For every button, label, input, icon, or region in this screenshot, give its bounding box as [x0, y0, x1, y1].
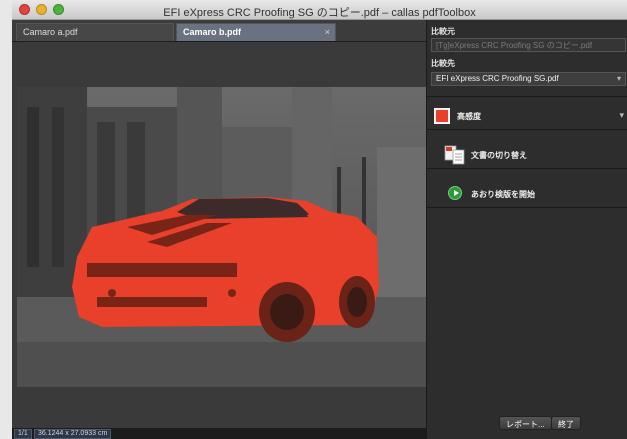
compare-target-value: EFI eXpress CRC Proofing SG.pdf — [436, 74, 559, 83]
document-tab-bar: Camaro a.pdf Camaro b.pdf × — [12, 20, 426, 42]
compare-source-label: 比較元 — [431, 27, 455, 36]
tab-label: Camaro b.pdf — [183, 27, 242, 37]
title-bar[interactable]: EFI eXpress CRC Proofing SG のコピー.pdf – c… — [12, 0, 627, 20]
page-size-readout: 36.1244 x 27.0933 cm — [34, 429, 112, 439]
tab-camaro-b[interactable]: Camaro b.pdf × — [176, 23, 336, 41]
chevron-down-icon: ▾ — [616, 74, 621, 83]
chevron-down-icon: ▾ — [619, 110, 624, 120]
report-button[interactable]: レポート... — [499, 416, 552, 430]
compare-source-select: [Tg]eXpress CRC Proofing SG のコピー.pdf — [431, 38, 626, 52]
status-bar: 1/1 36.1244 x 27.0933 cm — [12, 428, 426, 439]
window-title: EFI eXpress CRC Proofing SG のコピー.pdf – c… — [163, 7, 476, 19]
switch-documents-label: 文書の切り替え — [471, 151, 527, 160]
play-icon[interactable] — [448, 186, 462, 200]
document-viewer[interactable] — [12, 42, 427, 428]
document-pane: Camaro a.pdf Camaro b.pdf × 1/1 36.1244 … — [12, 20, 427, 439]
highlight-label: 高感度 — [457, 112, 481, 121]
divider — [427, 96, 627, 97]
color-swatch-icon[interactable] — [434, 108, 450, 124]
compare-sidebar: 比較元 [Tg]eXpress CRC Proofing SG のコピー.pdf… — [426, 20, 627, 439]
start-proof-row[interactable]: あおり検版を開始 — [427, 180, 627, 208]
highlight-color-row[interactable]: 高感度 ▾ — [427, 102, 627, 130]
app-window: EFI eXpress CRC Proofing SG のコピー.pdf – c… — [12, 0, 627, 439]
car-photo-image — [17, 87, 427, 387]
switch-documents-row[interactable]: 文書の切り替え — [427, 141, 627, 169]
page-preview-image — [17, 87, 427, 387]
compare-target-label: 比較先 — [431, 59, 455, 68]
tab-camaro-a[interactable]: Camaro a.pdf — [16, 23, 174, 41]
compare-source-value: [Tg]eXpress CRC Proofing SG のコピー.pdf — [436, 41, 593, 50]
close-tab-icon[interactable]: × — [325, 27, 330, 37]
switch-documents-icon — [444, 145, 465, 165]
compare-target-select[interactable]: EFI eXpress CRC Proofing SG.pdf ▾ — [431, 72, 626, 86]
start-proof-label: あおり検版を開始 — [471, 190, 535, 199]
tab-label: Camaro a.pdf — [23, 27, 78, 37]
end-button[interactable]: 終了 — [551, 416, 581, 430]
page-indicator: 1/1 — [14, 429, 32, 439]
